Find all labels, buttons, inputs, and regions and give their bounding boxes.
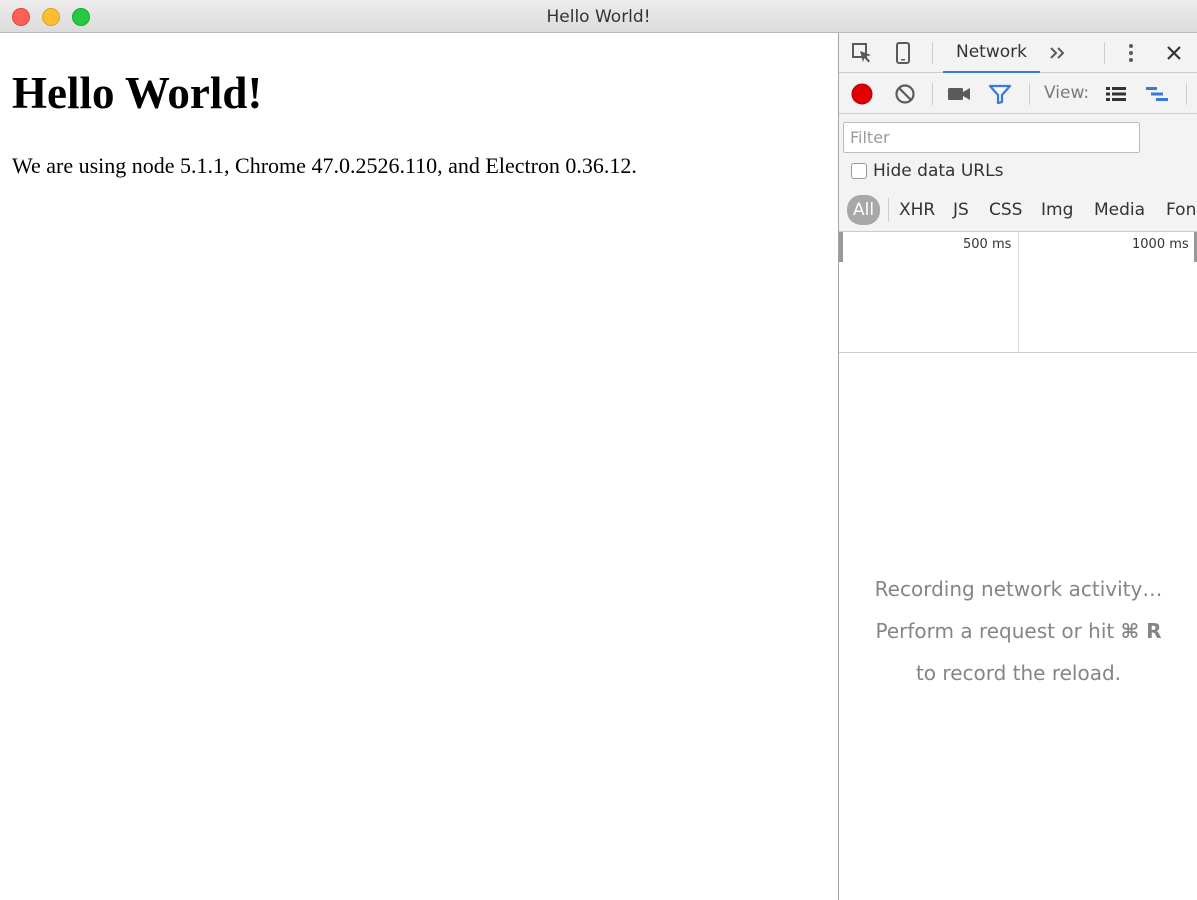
waterfall-overview-icon[interactable] <box>1144 81 1170 107</box>
inspect-element-icon[interactable] <box>849 41 875 65</box>
clear-icon[interactable] <box>892 81 918 107</box>
kebab-menu-icon[interactable] <box>1121 41 1141 65</box>
empty-message-line2-text: Perform a request or hit <box>875 619 1121 643</box>
filter-icon[interactable] <box>987 81 1013 107</box>
page-text: We are using node 5.1.1, Chrome 47.0.252… <box>12 153 637 178</box>
type-filter-xhr[interactable]: XHR <box>899 195 935 225</box>
page-heading: Hello World! <box>12 68 263 118</box>
more-tabs-icon[interactable] <box>1046 41 1070 65</box>
hide-data-urls-checkbox[interactable] <box>851 163 867 179</box>
large-rows-icon[interactable] <box>1103 81 1129 107</box>
tab-network[interactable]: Network <box>943 33 1040 73</box>
type-filter-font[interactable]: Fon <box>1166 195 1196 225</box>
hide-data-urls-option[interactable]: Hide data URLs <box>851 161 1003 181</box>
window-title: Hello World! <box>546 7 651 27</box>
type-filter-js[interactable]: JS <box>953 195 969 225</box>
type-filter-img[interactable]: Img <box>1041 195 1073 225</box>
window-titlebar: Hello World! <box>0 0 1197 33</box>
toolbar-divider <box>1186 83 1187 105</box>
device-mode-icon[interactable] <box>891 41 915 65</box>
view-label: View: <box>1044 83 1090 103</box>
network-toolbar: View: <box>839 73 1197 114</box>
toolbar-divider <box>932 42 933 64</box>
filter-bar: Hide data URLs All XHR JS CSS Img Media … <box>839 114 1197 232</box>
filter-divider <box>888 198 889 222</box>
toolbar-divider <box>1104 42 1105 64</box>
timeline-gridline <box>1018 232 1019 352</box>
type-filter-media[interactable]: Media <box>1094 195 1145 225</box>
empty-network-message: Recording network activity… Perform a re… <box>839 568 1197 694</box>
empty-message-line2: Perform a request or hit ⌘ R <box>839 610 1197 652</box>
toolbar-divider <box>932 83 933 105</box>
type-filter-css[interactable]: CSS <box>989 195 1022 225</box>
hide-data-urls-label: Hide data URLs <box>873 161 1004 181</box>
devtools-tabbar: Network <box>839 33 1197 73</box>
page-content: Hello World! We are using node 5.1.1, Ch… <box>0 33 838 900</box>
type-filter-all[interactable]: All <box>847 195 881 225</box>
empty-message-line1: Recording network activity… <box>874 577 1163 601</box>
timeline-label-500ms: 500 ms <box>963 237 1012 252</box>
record-icon[interactable] <box>849 81 875 107</box>
toolbar-divider <box>1029 83 1030 105</box>
reload-shortcut: ⌘ R <box>1120 619 1162 643</box>
filter-input[interactable] <box>843 122 1140 153</box>
network-overview-timeline[interactable]: 500 ms 1000 ms <box>839 232 1197 353</box>
timeline-label-1000ms: 1000 ms <box>1132 237 1189 252</box>
empty-message-line3: to record the reload. <box>915 661 1122 685</box>
close-icon[interactable] <box>1162 41 1186 65</box>
devtools-panel: Network View: Filter Hide data URLs All … <box>838 33 1197 900</box>
screenshot-camera-icon[interactable] <box>946 81 972 107</box>
timeline-left-handle[interactable] <box>839 232 843 262</box>
resource-type-filters: All XHR JS CSS Img Media Fon <box>847 195 1197 225</box>
